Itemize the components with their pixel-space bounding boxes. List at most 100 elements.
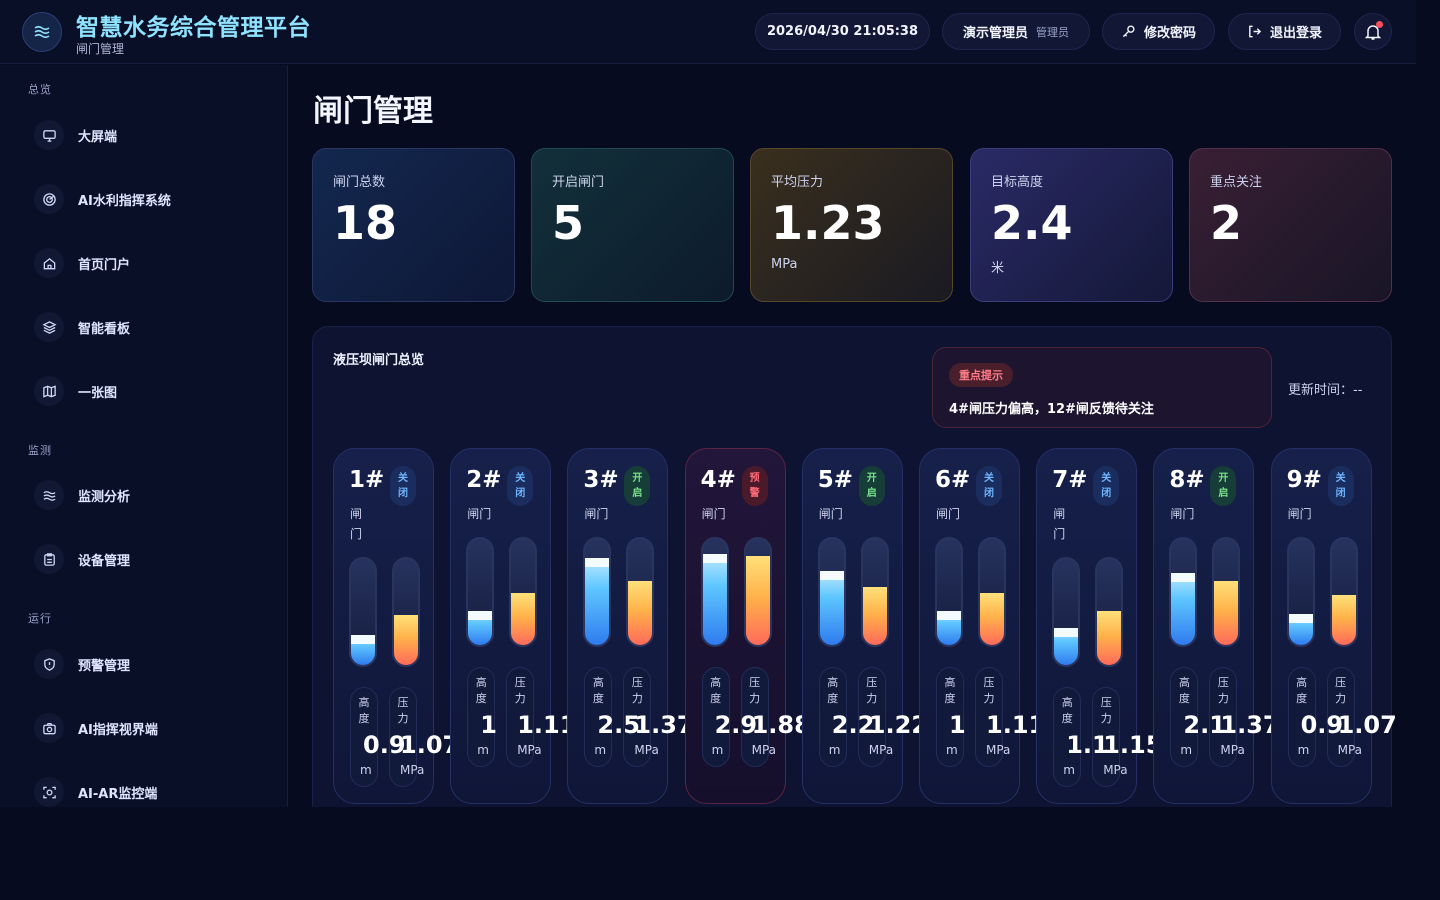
pressure-gauge	[1212, 537, 1241, 647]
pressure-level-fill	[1097, 610, 1122, 665]
height-level-fill	[1171, 572, 1196, 645]
logout-label: 退出登录	[1269, 26, 1322, 41]
stat-label: 重点关注	[1210, 175, 1263, 190]
alert-text: 4#闸压力偏高，12#闸反馈待关注	[949, 402, 1154, 417]
pressure-label: 压力	[983, 676, 995, 705]
sidebar-item-ai-ar-monitor[interactable]: AI-AR监控端	[34, 772, 274, 807]
height-level-fill	[1054, 627, 1079, 665]
stat-card-total-gates: 闸门总数 18	[312, 148, 515, 302]
sidebar-item-label: 预警管理	[78, 658, 131, 674]
sidebar-item-one-map[interactable]: 一张图	[34, 371, 274, 411]
logout-button[interactable]: 退出登录	[1228, 13, 1341, 50]
height-gauge	[466, 537, 495, 647]
gate-card[interactable]: 9# 闸门 关闭 高度 压力 0.9 1.07 m MPa	[1270, 448, 1397, 804]
sidebar-item-label: AI水利指挥系统	[78, 193, 171, 209]
height-label: 高度	[475, 676, 487, 705]
gate-caption: 闸门	[936, 507, 961, 521]
gate-caption: 闸门	[1170, 507, 1195, 521]
height-label: 高度	[1178, 676, 1190, 705]
gate-status-text: 开启	[632, 473, 643, 499]
gate-number: 7#	[1052, 467, 1088, 493]
gate-number: 1#	[349, 467, 385, 493]
stat-label: 目标高度	[991, 175, 1044, 190]
change-password-label: 修改密码	[1143, 26, 1196, 41]
height-label: 高度	[944, 676, 956, 705]
height-gauge	[1286, 537, 1315, 647]
sidebar: 总览 大屏端 AI水利指挥系统 首页门户 智能看板 一张图 监测 监测分析 设备…	[0, 65, 288, 807]
gate-card[interactable]: 7# 闸门 关闭 高度 压力 1.1 1.15 m MPa	[1036, 448, 1162, 804]
sidebar-item-home-portal[interactable]: 首页门户	[34, 243, 274, 283]
height-unit: m	[711, 743, 724, 757]
pressure-unit: MPa	[868, 743, 894, 757]
sidebar-item-alert-management[interactable]: 预警管理	[34, 644, 274, 684]
clipboard-icon	[34, 544, 64, 574]
user-role: 管理员	[1036, 25, 1069, 39]
sidebar-item-label: 监测分析	[78, 489, 131, 505]
notification-dot	[1376, 21, 1383, 28]
pressure-label: 压力	[866, 676, 878, 705]
pressure-label: 压力	[1100, 696, 1112, 725]
sidebar-item-device-management[interactable]: 设备管理	[34, 539, 274, 579]
gate-number: 3#	[583, 467, 619, 493]
sidebar-item-monitor-analysis[interactable]: 监测分析	[34, 475, 274, 515]
pressure-level-fill	[1214, 581, 1239, 645]
stat-label: 闸门总数	[333, 175, 386, 190]
gate-card[interactable]: 8# 闸门 开启 高度 压力 2.1 1.37 m MPa	[1153, 448, 1280, 804]
pressure-unit: MPa	[517, 743, 542, 757]
monitor-icon	[34, 120, 64, 150]
pressure-label: 压力	[1335, 676, 1347, 705]
pressure-label: 压力	[749, 676, 761, 705]
stat-value: 2.4	[991, 196, 1073, 250]
logout-icon	[1249, 25, 1262, 38]
datetime-text: 2026/04/30 21:05:38	[766, 24, 919, 39]
height-label: 高度	[710, 676, 722, 705]
gate-status-text: 开启	[1218, 473, 1229, 499]
sidebar-item-label: 大屏端	[78, 129, 118, 145]
height-label: 高度	[827, 676, 839, 705]
gate-number: 2#	[466, 467, 502, 493]
gate-number: 8#	[1169, 467, 1205, 493]
height-level-fill	[468, 611, 493, 645]
height-gauge	[935, 537, 963, 647]
height-unit: m	[594, 743, 607, 757]
sidebar-group-monitor: 监测	[28, 444, 52, 457]
sidebar-item-ai-vision[interactable]: AI指挥视界端	[34, 708, 274, 748]
height-gauge	[583, 537, 612, 647]
gate-status-badge: 关闭	[976, 466, 1002, 506]
height-label: 高度	[592, 676, 604, 705]
gate-card[interactable]: 3# 闸门 开启 高度 压力 2.5 1.37 m MPa	[567, 448, 694, 804]
gate-status-badge: 开启	[858, 466, 885, 506]
stat-value: 5	[552, 196, 585, 250]
gate-card[interactable]: 2# 闸门 关闭 高度 压力 1 1.11 m MPa	[450, 448, 576, 804]
gate-status-badge: 开启	[624, 466, 651, 506]
bottom-area	[0, 807, 1440, 900]
stat-unit: MPa	[771, 256, 798, 272]
gate-card[interactable]: 6# 闸门 关闭 高度 压力 1 1.11 m MPa	[919, 448, 1045, 804]
sidebar-item-ai-command[interactable]: AI水利指挥系统	[34, 179, 274, 219]
sidebar-item-big-screen[interactable]: 大屏端	[34, 115, 274, 155]
change-password-button[interactable]: 修改密码	[1102, 13, 1215, 50]
height-unit: m	[1297, 743, 1310, 757]
user-name: 演示管理员	[962, 26, 1028, 41]
sidebar-item-smart-board[interactable]: 智能看板	[34, 307, 274, 347]
stat-value: 18	[333, 196, 398, 250]
stat-card-open-gates: 开启闸门 5	[531, 148, 734, 302]
water-waves-icon[interactable]	[22, 12, 62, 52]
gate-status-badge: 预警	[741, 466, 768, 506]
update-time: 更新时间：--	[1288, 383, 1363, 398]
gate-card[interactable]: 4# 闸门 预警 高度 压力 2.9 1.88 m MPa	[684, 448, 811, 804]
user-info[interactable]: 演示管理员 管理员	[942, 13, 1090, 50]
gate-number: 6#	[935, 467, 971, 493]
gate-card[interactable]: 1# 闸门 关闭 高度 压力 0.9 1.07 m MPa	[333, 448, 459, 804]
gate-status-text: 关闭	[1335, 473, 1346, 499]
height-unit: m	[1180, 743, 1193, 757]
pressure-gauge	[509, 537, 538, 647]
gate-card[interactable]: 5# 闸门 开启 高度 压力 2.2 1.22 m MPa	[801, 448, 928, 804]
datetime-display: 2026/04/30 21:05:38	[755, 13, 930, 50]
pressure-level-fill	[862, 586, 887, 645]
stat-value: 1.23	[771, 196, 885, 250]
notification-button[interactable]	[1354, 13, 1392, 50]
height-gauge	[1169, 537, 1198, 647]
gate-status-text: 开启	[866, 473, 877, 499]
stat-card-target-height: 目标高度 2.4 米	[970, 148, 1173, 302]
